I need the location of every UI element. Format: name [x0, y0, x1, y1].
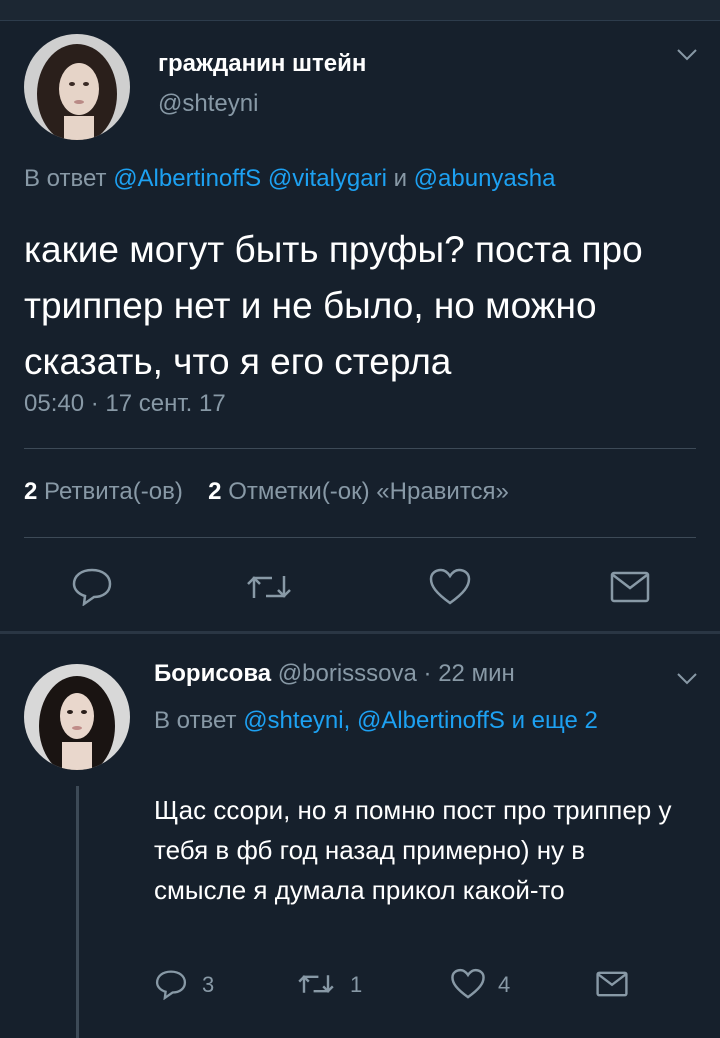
- reply-count[interactable]: 3: [202, 972, 214, 998]
- retweet-icon[interactable]: [296, 970, 336, 998]
- chevron-down-icon[interactable]: [676, 48, 698, 62]
- tweet-text: Щас ссори, но я помню пост про триппер у…: [154, 795, 672, 905]
- reply-icon[interactable]: [154, 968, 188, 1000]
- author-handle[interactable]: @borisssova: [278, 660, 417, 687]
- reply-context: В ответ @shteyni, @AlbertinoffS и еще 2: [154, 704, 694, 738]
- author-name[interactable]: гражданин штейн: [158, 50, 366, 78]
- tweet-stats: 2 Ретвита(-ов) 2 Отметки(-ок) «Нравится»: [24, 478, 509, 506]
- top-bar: [0, 0, 720, 21]
- reply-header: Борисова @borisssova · 22 мин: [154, 660, 515, 688]
- retweet-icon[interactable]: [244, 570, 294, 604]
- tweet-time-ago[interactable]: · 22 мин: [424, 660, 515, 687]
- reply-icon[interactable]: [70, 566, 114, 606]
- reply-context: В ответ @AlbertinoffS @vitalygari и @abu…: [24, 163, 555, 194]
- likes-label[interactable]: Отметки(-ок) «Нравится»: [228, 478, 509, 505]
- reply-and: и: [393, 165, 407, 192]
- divider: [24, 448, 696, 449]
- likes-count[interactable]: 2: [208, 478, 221, 505]
- tweet-text: какие могут быть пруфы? поста про триппе…: [24, 229, 643, 382]
- avatar[interactable]: [24, 664, 130, 770]
- thread-line: [76, 786, 79, 1038]
- mention-link[interactable]: @vitalygari: [268, 165, 387, 192]
- author-name[interactable]: Борисова: [154, 660, 271, 687]
- like-icon[interactable]: [428, 568, 472, 606]
- mention-link[interactable]: @abunyasha: [414, 165, 556, 192]
- retweets-label[interactable]: Ретвита(-ов): [44, 478, 183, 505]
- mention-link[interactable]: @AlbertinoffS: [357, 707, 505, 734]
- tweet-separator: [0, 631, 720, 634]
- tweet-timestamp[interactable]: 05:40 · 17 сент. 17: [24, 390, 226, 418]
- direct-message-icon[interactable]: [596, 970, 628, 998]
- chevron-down-icon[interactable]: [676, 672, 698, 686]
- reply-prefix: В ответ: [24, 165, 107, 192]
- retweets-count[interactable]: 2: [24, 478, 37, 505]
- avatar[interactable]: [24, 34, 130, 140]
- like-icon[interactable]: [450, 968, 486, 1000]
- mention-link[interactable]: @AlbertinoffS: [113, 165, 261, 192]
- like-count[interactable]: 4: [498, 972, 510, 998]
- direct-message-icon[interactable]: [610, 570, 650, 604]
- mention-link[interactable]: @shteyni,: [243, 707, 350, 734]
- more-mentions-link[interactable]: и еще 2: [512, 707, 598, 734]
- retweet-count[interactable]: 1: [350, 972, 362, 998]
- author-handle[interactable]: @shteyni: [158, 90, 258, 118]
- reply-prefix: В ответ: [154, 707, 237, 734]
- divider: [24, 537, 696, 538]
